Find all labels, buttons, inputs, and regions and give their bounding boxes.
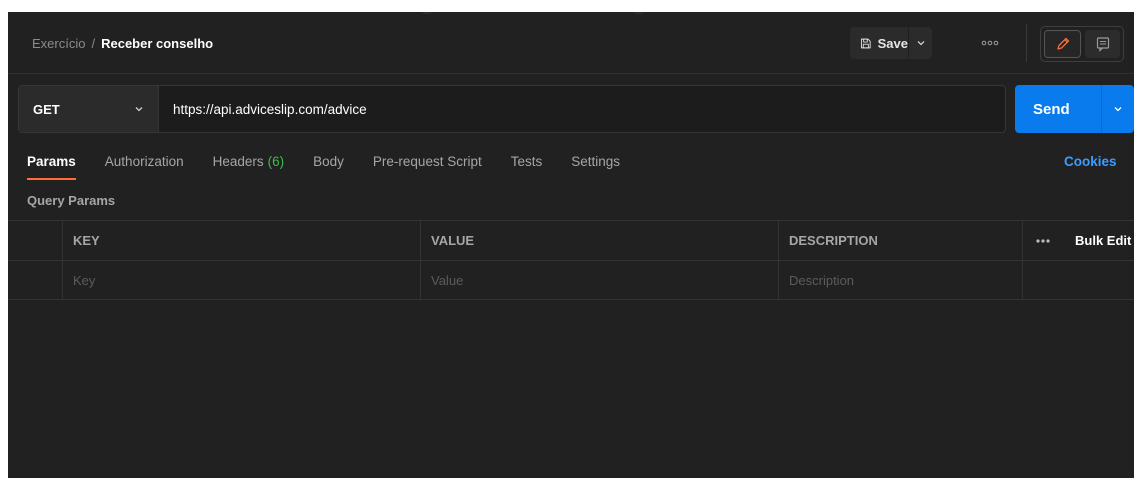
tab-tests[interactable]: Tests bbox=[511, 154, 543, 180]
value-cell bbox=[421, 261, 779, 299]
request-name[interactable]: Receber conselho bbox=[101, 36, 213, 51]
tab-label: Body bbox=[313, 154, 344, 169]
send-options-button[interactable] bbox=[1102, 104, 1134, 114]
tab-label: Headers bbox=[212, 154, 264, 169]
description-input[interactable] bbox=[789, 272, 1022, 288]
save-options-button[interactable] bbox=[908, 27, 932, 59]
cookies-link[interactable]: Cookies bbox=[1064, 154, 1117, 169]
checkbox-column-header bbox=[8, 221, 63, 260]
request-header: Exercício / Receber conselho Save bbox=[8, 12, 1134, 74]
chevron-down-icon bbox=[1114, 107, 1122, 112]
send-button-group: Send bbox=[1015, 85, 1134, 133]
floppy-icon bbox=[860, 38, 871, 48]
tab-label: Settings bbox=[571, 154, 621, 169]
description-cell bbox=[779, 261, 1023, 299]
tab-authorization[interactable]: Authorization bbox=[105, 154, 184, 180]
tab-label: Tests bbox=[510, 154, 543, 169]
table-row bbox=[8, 260, 1134, 300]
tab-body[interactable]: Body bbox=[313, 154, 344, 180]
query-params-title: Query Params bbox=[27, 193, 116, 208]
tab-strip-edge bbox=[423, 12, 431, 14]
comments-button[interactable] bbox=[1085, 30, 1120, 58]
query-params-table: KEY VALUE DESCRIPTION Bulk Edit bbox=[8, 220, 1134, 300]
send-button[interactable]: Send bbox=[1015, 101, 1101, 118]
save-button-group: Save bbox=[850, 27, 932, 59]
breadcrumb: Exercício / Receber conselho bbox=[32, 36, 213, 51]
request-url-bar: GET bbox=[18, 85, 1006, 133]
tab-label: Pre-request Script bbox=[372, 154, 482, 169]
chevron-down-icon bbox=[135, 107, 143, 112]
bulk-edit-button[interactable]: Bulk Edit bbox=[1063, 221, 1134, 260]
tab-label: Params bbox=[27, 154, 76, 169]
column-options-button[interactable] bbox=[1023, 221, 1063, 260]
url-input[interactable] bbox=[159, 86, 1005, 132]
header-divider bbox=[1026, 24, 1027, 62]
chevron-down-icon bbox=[917, 41, 924, 46]
ellipsis-icon bbox=[981, 40, 999, 46]
tab-settings[interactable]: Settings bbox=[571, 154, 620, 180]
row-extra-cell bbox=[1063, 261, 1134, 299]
tab-pre-request-script[interactable]: Pre-request Script bbox=[373, 154, 482, 180]
ellipsis-icon bbox=[1036, 238, 1050, 243]
tab-params[interactable]: Params bbox=[27, 154, 76, 180]
save-button-label: Save bbox=[877, 35, 908, 51]
comment-icon bbox=[1096, 37, 1109, 52]
key-cell bbox=[63, 261, 421, 299]
pencil-icon bbox=[1056, 37, 1069, 50]
save-button[interactable]: Save bbox=[850, 27, 908, 59]
breadcrumb-collection[interactable]: Exercício bbox=[32, 36, 85, 51]
table-header-row: KEY VALUE DESCRIPTION Bulk Edit bbox=[8, 220, 1134, 260]
view-mode-toggle bbox=[1040, 26, 1124, 62]
key-input[interactable] bbox=[73, 272, 420, 288]
headers-count-badge: (6) bbox=[267, 154, 285, 169]
request-editor: Exercício / Receber conselho Save GET ht… bbox=[8, 12, 1134, 478]
tab-headers[interactable]: Headers (6) bbox=[213, 154, 285, 180]
key-column-header: KEY bbox=[63, 221, 421, 260]
breadcrumb-separator: / bbox=[91, 36, 96, 51]
row-options-cell bbox=[1023, 261, 1063, 299]
tab-strip-edge bbox=[635, 12, 643, 14]
description-column-header: DESCRIPTION bbox=[779, 221, 1023, 260]
value-column-header: VALUE bbox=[421, 221, 779, 260]
tab-label: Authorization bbox=[104, 154, 184, 169]
method-label: GET bbox=[33, 101, 60, 117]
more-actions-button[interactable] bbox=[978, 34, 1002, 52]
method-select[interactable]: GET bbox=[19, 86, 159, 132]
edit-mode-button[interactable] bbox=[1044, 30, 1081, 58]
value-input[interactable] bbox=[431, 272, 778, 288]
row-checkbox-cell bbox=[8, 261, 63, 299]
request-tabs: Params Authorization Headers (6) Body Pre… bbox=[27, 154, 649, 184]
